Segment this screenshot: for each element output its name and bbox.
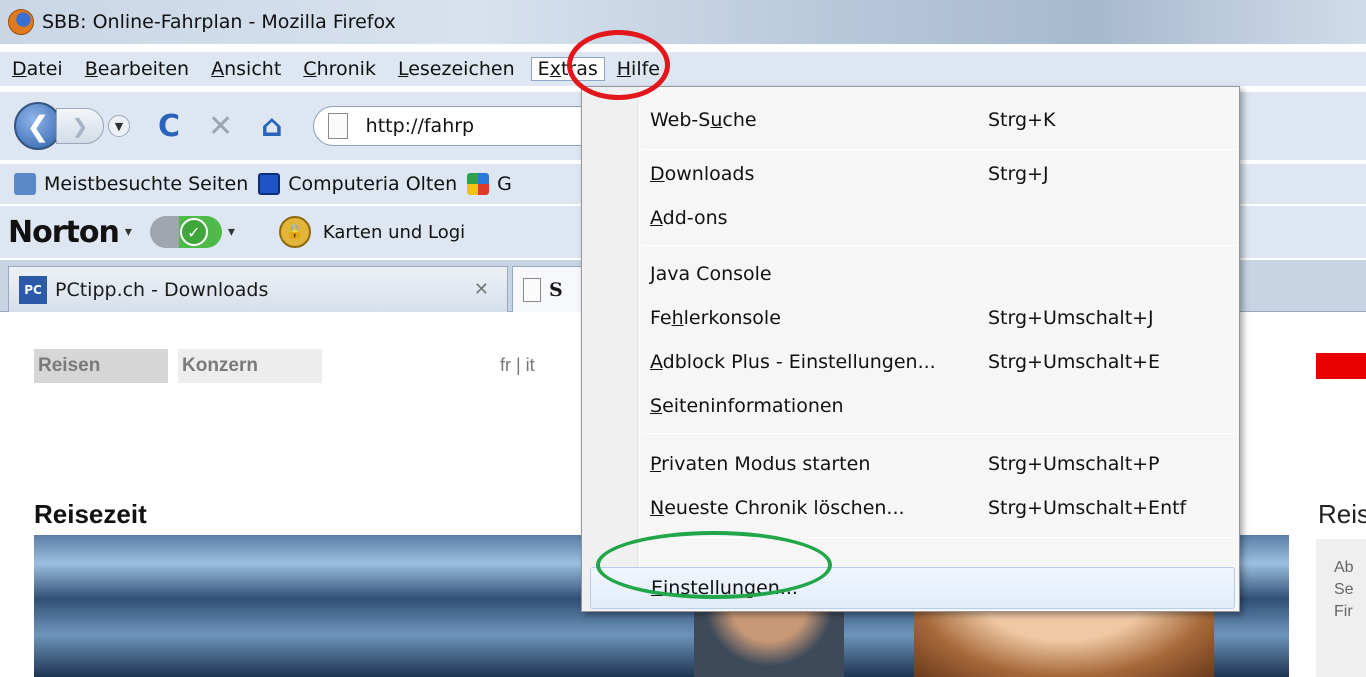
history-dropdown-button[interactable]: ▼ [108,115,130,137]
shortcut: Strg+J [988,163,1049,185]
arrow-right-icon: ❯ [71,114,89,138]
menu-bearbeiten[interactable]: Bearbeiten [85,58,199,80]
shortcut: Strg+Umschalt+P [988,453,1160,475]
bookmark-google[interactable]: G [467,173,512,195]
url-text[interactable]: http://fahrp [366,115,474,137]
arrow-left-icon: ❮ [26,109,50,143]
norton-identity-safe[interactable]: Karten und Logi [323,222,465,243]
chevron-down-icon: ▼ [114,119,124,133]
lock-icon[interactable]: 🔒 [278,216,311,248]
annotation-green-circle [596,531,832,599]
menu-bar: Datei Bearbeiten Ansicht Chronik Lesezei… [0,52,1366,86]
menuitem-java-console[interactable]: Java Console [650,253,1230,295]
page-icon [523,277,541,302]
search-icon [14,173,36,195]
sbb-red-button[interactable] [1316,353,1366,379]
monitor-icon [258,173,281,195]
nav-reisen[interactable]: Reisen [34,349,168,383]
stop-icon[interactable]: ✕ [208,109,233,144]
shortcut: Strg+K [988,109,1056,131]
menu-lesezeichen[interactable]: Lesezeichen [398,58,525,80]
menuitem-neueste-chronik-loeschen[interactable]: Neueste Chronik löschen... Strg+Umschalt… [650,487,1230,529]
norton-logo[interactable]: Norton [8,215,120,250]
menu-datei[interactable]: Datei [12,58,73,80]
norton-dropdown-icon[interactable]: ▾ [125,224,132,240]
shortcut: Strg+Umschalt+J [988,307,1154,329]
side-box: Ab Se Fir [1316,539,1366,677]
firefox-logo-icon [8,9,34,35]
side-heading: Reis [1318,499,1366,529]
menuitem-add-ons[interactable]: Add-ons [650,197,1230,239]
menuitem-web-suche[interactable]: Web-Suche Strg+K [650,99,1230,141]
menuitem-downloads[interactable]: Downloads Strg+J [650,153,1230,195]
shortcut: Strg+Umschalt+E [988,351,1161,373]
menuitem-seiteninformationen[interactable]: Seiteninformationen [650,385,1230,427]
window-titlebar: SBB: Online-Fahrplan - Mozilla Firefox [0,0,1366,44]
annotation-red-circle [567,30,670,100]
back-button[interactable]: ❮ [14,102,62,150]
reload-icon[interactable]: C [158,109,180,144]
menu-ansicht[interactable]: Ansicht [211,58,291,80]
page-heading: Reisezeit [34,499,147,529]
menu-separator [642,245,1236,246]
shortcut: Strg+Umschalt+Entf [988,497,1187,519]
page-icon [327,113,348,139]
close-icon[interactable]: ✕ [474,279,489,300]
google-icon [467,173,490,195]
menuitem-privaten-modus-starten[interactable]: Privaten Modus starten Strg+Umschalt+P [650,443,1230,485]
tab-sbb[interactable]: S [512,266,592,312]
tab-label: S [549,278,563,301]
nav-konzern[interactable]: Konzern [178,349,322,383]
bookmark-meistbesuchte-seiten[interactable]: Meistbesuchte Seiten [14,173,248,195]
tab-label: PCtipp.ch - Downloads [55,278,269,301]
menuitem-fehlerkonsole[interactable]: Fehlerkonsole Strg+Umschalt+J [650,297,1230,339]
safe-web-status-icon[interactable]: ✓ [149,216,222,248]
safe-web-dropdown-icon[interactable]: ▾ [228,224,235,240]
bookmark-computeria-olten[interactable]: Computeria Olten [258,173,457,195]
forward-button[interactable]: ❯ [56,108,104,144]
window-title: SBB: Online-Fahrplan - Mozilla Firefox [42,11,396,33]
menu-icon-gutter [582,87,638,611]
tab-pctipp-downloads[interactable]: PC PCtipp.ch - Downloads ✕ [8,266,508,312]
language-links[interactable]: fr | it [500,355,535,376]
pctipp-favicon-icon: PC [19,275,47,304]
menuitem-adblock-plus-einstellungen[interactable]: Adblock Plus - Einstellungen... Strg+Ums… [650,341,1230,383]
check-icon: ✓ [179,218,208,246]
menu-separator [642,433,1236,434]
home-icon[interactable]: ⌂ [261,109,282,144]
menu-chronik[interactable]: Chronik [303,58,386,80]
menu-separator [642,149,1236,150]
